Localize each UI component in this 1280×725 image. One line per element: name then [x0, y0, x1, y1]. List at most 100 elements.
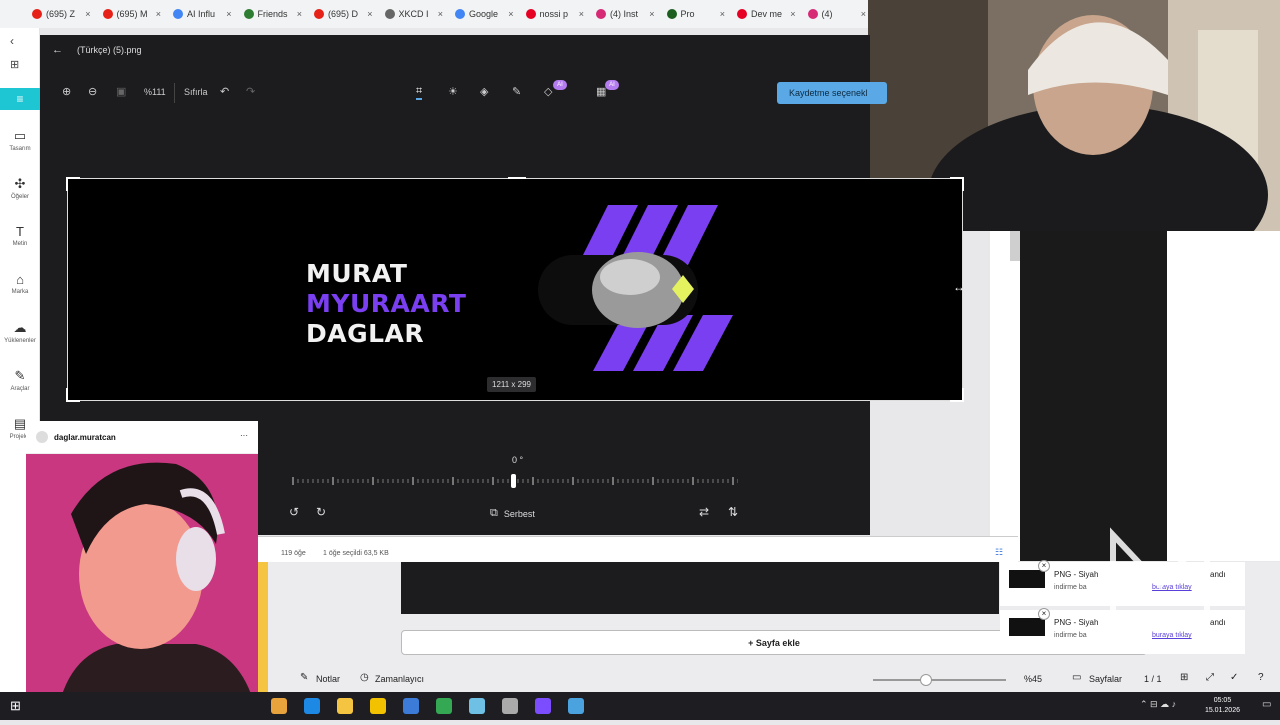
notification-center-icon[interactable]: ▭ [1262, 699, 1271, 710]
close-icon[interactable]: × [1038, 560, 1050, 572]
timer-button[interactable]: Zamanlayıcı [375, 674, 424, 684]
flip-vertical-icon[interactable]: ⇅ [728, 505, 738, 519]
browser-tab[interactable]: (4) × [804, 3, 871, 25]
browser-tab[interactable]: Friends × [240, 3, 307, 25]
pages-icon[interactable]: ▭ [1072, 672, 1081, 683]
timer-icon[interactable]: ◷ [360, 672, 369, 683]
rail-item[interactable]: ▭ Tasarım [0, 128, 40, 152]
fit-icon[interactable]: ▣ [116, 85, 126, 98]
browser-tab[interactable]: XKCD I × [381, 3, 448, 25]
zoom-in-icon[interactable]: ⊕ [62, 85, 71, 98]
close-icon[interactable]: × [1038, 608, 1050, 620]
rotation-slider-knob[interactable] [511, 474, 516, 488]
notes-button[interactable]: Notlar [316, 674, 340, 684]
back-arrow-icon[interactable]: ‹ [10, 34, 14, 48]
image-canvas[interactable]: MURAT MYURAART DAGLAR [66, 177, 964, 402]
background-ai-icon[interactable]: ▦ AI [596, 80, 619, 98]
crop-handle-bottom-right[interactable] [950, 388, 964, 402]
close-tab-icon[interactable]: × [790, 9, 795, 19]
rotation-slider[interactable] [288, 473, 738, 489]
zoom-slider-knob[interactable] [920, 674, 932, 686]
zoom-level: %111 [144, 87, 166, 97]
close-tab-icon[interactable]: × [438, 9, 443, 19]
reset-button[interactable]: Sıfırla [184, 87, 208, 97]
flip-horizontal-icon[interactable]: ⇄ [699, 505, 709, 519]
tab-favicon-icon [525, 9, 536, 19]
taskbar-app-icon[interactable] [568, 698, 584, 714]
close-tab-icon[interactable]: × [226, 9, 231, 19]
rotate-right-icon[interactable]: ↻ [316, 505, 326, 519]
crop-icon[interactable]: ⌗ [416, 85, 423, 100]
close-tab-icon[interactable]: × [367, 9, 372, 19]
taskbar-app-icon[interactable] [469, 698, 485, 714]
rail-item[interactable]: ☁ Yüklenenler [0, 320, 40, 344]
details-view-icon[interactable]: ☷ [995, 547, 1003, 558]
erase-ai-icon[interactable]: ◇ AI [544, 80, 567, 98]
close-tab-icon[interactable]: × [508, 9, 513, 19]
browser-tab[interactable]: Pro × [663, 3, 730, 25]
taskbar-clock[interactable]: 05:05 15.01.2026 [1205, 696, 1240, 716]
taskbar-app-icon[interactable] [502, 698, 518, 714]
rotate-left-icon[interactable]: ↺ [289, 505, 299, 519]
start-icon[interactable]: ⊞ [10, 698, 21, 714]
crop-handle-top-middle[interactable] [508, 177, 526, 179]
browser-tab[interactable]: (695) M × [99, 3, 166, 25]
rail-item[interactable]: ⌂ Marka [0, 272, 40, 295]
crop-handle-bottom-left[interactable] [66, 388, 80, 402]
taskbar-app-icon[interactable] [403, 698, 419, 714]
tab-label: (4) [821, 9, 833, 19]
grid-view-icon[interactable]: ⊞ [1180, 672, 1188, 683]
draw-icon[interactable]: ✎ [512, 85, 521, 98]
more-options-icon[interactable]: ··· [240, 431, 248, 440]
pages-button[interactable]: Sayfalar [1089, 674, 1122, 684]
brightness-icon[interactable]: ☀ [448, 85, 458, 98]
browser-tab[interactable]: (695) D × [310, 3, 377, 25]
fullscreen-icon[interactable]: ⤢ [1206, 672, 1214, 683]
menu-icon[interactable]: ≡ [0, 88, 40, 110]
taskbar-app-icon[interactable] [337, 698, 353, 714]
browser-tab[interactable]: (695) Z × [28, 3, 95, 25]
system-tray-icons[interactable]: ⌃ ⊟ ☁ ♪ [1140, 699, 1176, 710]
notification-thumbnail [1009, 570, 1045, 588]
rail-item[interactable]: ✎ Araçlar [0, 368, 40, 392]
close-tab-icon[interactable]: × [649, 9, 654, 19]
back-arrow-icon[interactable]: ← [52, 44, 63, 56]
notes-icon[interactable]: ✎ [300, 672, 308, 683]
check-icon[interactable]: ✓ [1230, 672, 1238, 683]
instagram-username[interactable]: daglar.muratcan [54, 433, 116, 442]
rail-item-icon: ✣ [14, 176, 26, 191]
browser-tab[interactable]: (4) Inst × [592, 3, 659, 25]
undo-icon[interactable]: ↶ [220, 85, 229, 98]
zoom-slider-track[interactable] [873, 679, 1006, 681]
crop-handle-top-right[interactable] [950, 177, 964, 191]
scrollbar[interactable] [1010, 231, 1020, 261]
rail-item[interactable]: T Metin [0, 224, 40, 247]
aspect-mode-button[interactable]: ⧉ Serbest [490, 507, 535, 520]
help-icon[interactable]: ? [1258, 672, 1264, 683]
zoom-out-icon[interactable]: ⊖ [88, 85, 97, 98]
taskbar-app-icon[interactable] [436, 698, 452, 714]
browser-tab[interactable]: Google × [451, 3, 518, 25]
rail-item-icon: ▭ [13, 128, 27, 143]
crop-handle-top-left[interactable] [66, 177, 80, 191]
taskbar-app-icon[interactable] [271, 698, 287, 714]
close-tab-icon[interactable]: × [720, 9, 725, 19]
close-tab-icon[interactable]: × [861, 9, 866, 19]
close-tab-icon[interactable]: × [85, 9, 90, 19]
browser-tab[interactable]: Dev me × [733, 3, 800, 25]
browser-tab[interactable]: AI Influ × [169, 3, 236, 25]
browser-tab[interactable]: nossi p × [522, 3, 589, 25]
filter-icon[interactable]: ◈ [480, 85, 488, 98]
redo-icon[interactable]: ↷ [246, 85, 255, 98]
close-tab-icon[interactable]: × [579, 9, 584, 19]
taskbar-app-icon[interactable] [535, 698, 551, 714]
zoom-percentage[interactable]: %45 [1024, 674, 1042, 684]
taskbar-app-icon[interactable] [370, 698, 386, 714]
close-tab-icon[interactable]: × [156, 9, 161, 19]
taskbar-app-icon[interactable] [304, 698, 320, 714]
rail-item[interactable]: ✣ Öğeler [0, 176, 40, 200]
close-tab-icon[interactable]: × [297, 9, 302, 19]
save-options-button[interactable]: Kaydetme seçenekl [777, 82, 887, 104]
page-canvas-preview[interactable] [401, 562, 999, 614]
apps-grid-icon[interactable]: ⊞ [10, 58, 19, 71]
